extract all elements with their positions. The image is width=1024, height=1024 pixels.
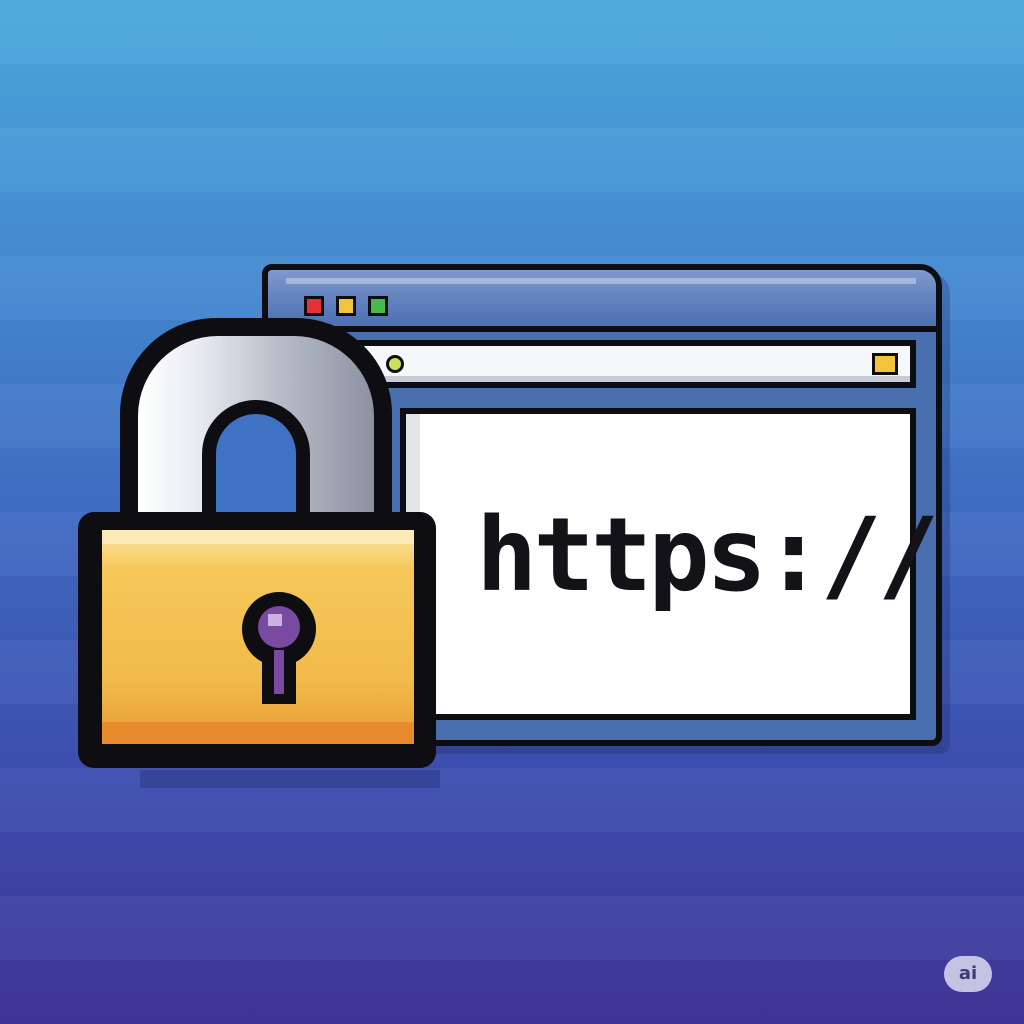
address-bar-shadow bbox=[336, 376, 910, 382]
padlock-shackle bbox=[120, 318, 392, 544]
padlock-body-face bbox=[102, 530, 414, 744]
padlock-icon bbox=[78, 512, 436, 768]
keyhole-stem-inner bbox=[274, 650, 284, 694]
keyhole-icon bbox=[242, 592, 316, 704]
window-maximize-dot bbox=[368, 296, 388, 316]
padlock-body-highlight bbox=[102, 530, 414, 544]
window-minimize-dot bbox=[336, 296, 356, 316]
address-bar bbox=[330, 340, 916, 388]
browser-content-pane: https:// bbox=[400, 408, 939, 720]
keyhole-round-inner bbox=[258, 606, 300, 648]
browser-titlebar bbox=[268, 270, 936, 332]
keyhole-glint bbox=[268, 614, 282, 626]
keyhole-stem bbox=[262, 650, 296, 704]
padlock-shadow bbox=[140, 770, 440, 788]
titlebar-highlight bbox=[286, 278, 916, 284]
address-yellow-square bbox=[872, 353, 898, 375]
https-url-text: https:// bbox=[476, 496, 939, 615]
address-yellowgreen-dot bbox=[386, 355, 404, 373]
padlock-body-bottom-shade bbox=[102, 722, 414, 744]
ai-badge: ai bbox=[944, 956, 992, 992]
window-close-dot bbox=[304, 296, 324, 316]
